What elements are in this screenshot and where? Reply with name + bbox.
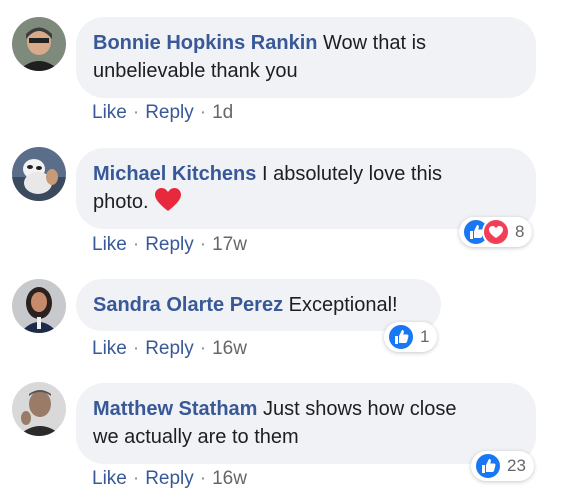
separator: · <box>199 102 207 123</box>
comment-text: I absolutely love this <box>261 163 443 185</box>
comment-timestamp[interactable]: 16w <box>212 468 247 489</box>
reaction-count: 8 <box>515 222 525 241</box>
reaction-count: 1 <box>420 327 430 346</box>
reply-button[interactable]: Reply <box>145 338 194 359</box>
separator: · <box>199 234 207 255</box>
like-button[interactable]: Like <box>92 234 127 255</box>
avatar[interactable] <box>12 147 66 201</box>
comment-bubble: Michael Kitchens I absolutely love this … <box>76 148 536 229</box>
comment-author[interactable]: Matthew Statham <box>93 398 257 420</box>
like-button[interactable]: Like <box>92 338 127 359</box>
separator: · <box>132 234 140 255</box>
comment-actions: Like · Reply · 17w <box>92 234 247 256</box>
separator: · <box>199 338 207 359</box>
avatar[interactable] <box>12 279 66 333</box>
reaction-count: 23 <box>507 456 526 475</box>
avatar[interactable] <box>12 17 66 71</box>
reaction-summary[interactable]: 8 <box>459 217 533 247</box>
comment-bubble: Sandra Olarte Perez Exceptional! <box>76 279 441 331</box>
comment-text: photo. <box>93 191 149 213</box>
separator: · <box>132 338 140 359</box>
separator: · <box>132 468 140 489</box>
like-icon <box>387 323 415 351</box>
comment-actions: Like · Reply · 16w <box>92 468 247 490</box>
avatar[interactable] <box>12 382 66 436</box>
red-heart-icon <box>154 188 181 211</box>
comment-author[interactable]: Sandra Olarte Perez <box>93 294 283 316</box>
like-button[interactable]: Like <box>92 102 127 123</box>
reply-button[interactable]: Reply <box>145 102 194 123</box>
comment-bubble: Matthew Statham Just shows how close we … <box>76 383 536 464</box>
comment-text: we actually are to them <box>93 426 299 448</box>
comment-timestamp[interactable]: 16w <box>212 338 247 359</box>
comment-actions: Like · Reply · 1d <box>92 102 233 124</box>
comment-actions: Like · Reply · 16w <box>92 338 247 360</box>
reaction-summary[interactable]: 1 <box>384 322 438 352</box>
comment-bubble: Bonnie Hopkins Rankin Wow that is unbeli… <box>76 17 536 98</box>
separator: · <box>132 102 140 123</box>
reply-button[interactable]: Reply <box>145 234 194 255</box>
separator: · <box>199 468 207 489</box>
comment-timestamp[interactable]: 17w <box>212 234 247 255</box>
love-icon <box>482 218 510 246</box>
reaction-summary[interactable]: 23 <box>471 451 534 481</box>
comment-text: Exceptional! <box>288 294 398 316</box>
like-icon <box>474 452 502 480</box>
comment-author[interactable]: Bonnie Hopkins Rankin <box>93 32 317 54</box>
comment-text: unbelievable thank you <box>93 60 298 82</box>
comment-text: Wow that is <box>323 32 427 54</box>
like-button[interactable]: Like <box>92 468 127 489</box>
comment-author[interactable]: Michael Kitchens <box>93 163 256 185</box>
reply-button[interactable]: Reply <box>145 468 194 489</box>
comment-timestamp[interactable]: 1d <box>212 102 233 123</box>
comment-text: Just shows how close <box>263 398 457 420</box>
